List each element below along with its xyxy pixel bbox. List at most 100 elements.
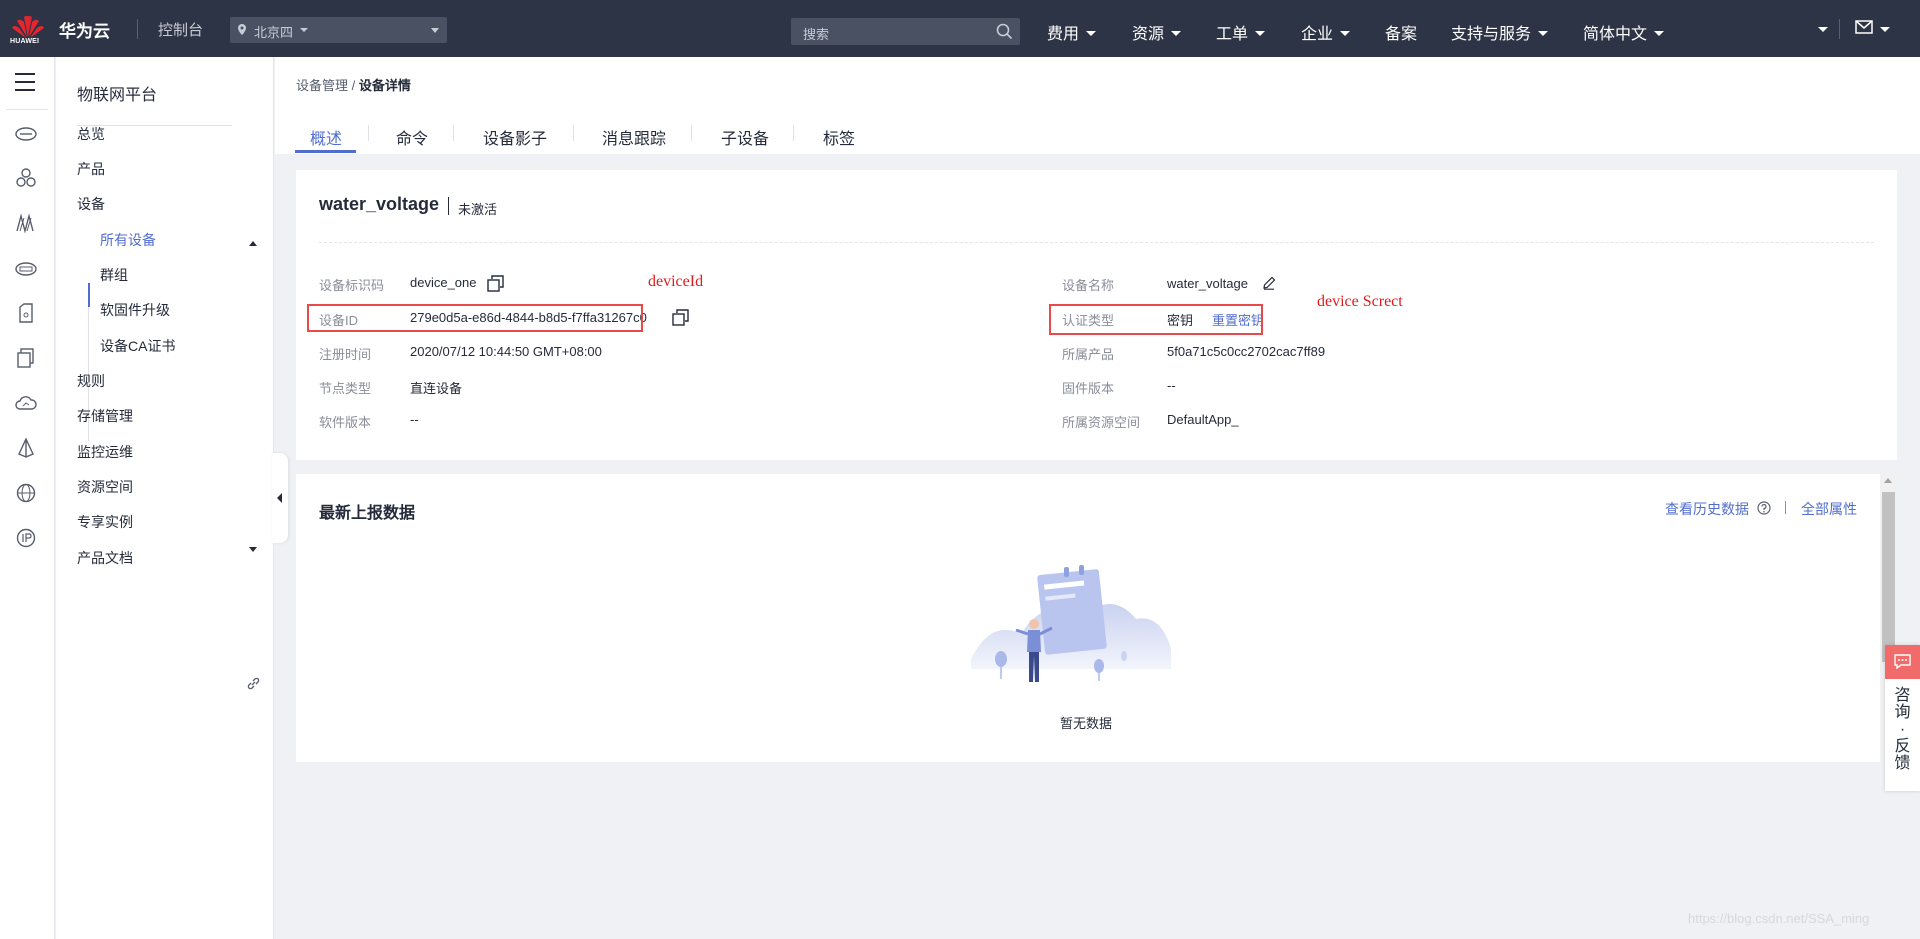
sidebar-item-ca-cert[interactable]: 设备CA证书 bbox=[100, 336, 175, 356]
feedback-char: 咨 bbox=[1894, 687, 1911, 704]
product-label: 所属产品 bbox=[1062, 347, 1115, 362]
device-name-title: water_voltage bbox=[319, 194, 440, 214]
nav-tickets[interactable]: 工单 bbox=[1216, 20, 1266, 44]
service-icon-rail bbox=[0, 57, 55, 939]
sidebar-item-firmware[interactable]: 软固件升级 bbox=[100, 300, 170, 320]
latest-data-title: 最新上报数据 bbox=[319, 505, 416, 522]
divider bbox=[448, 197, 449, 215]
region-label: 北京四 bbox=[254, 25, 294, 40]
nav-enterprise[interactable]: 企业 bbox=[1301, 20, 1351, 44]
service-sidebar: 物联网平台 总览 产品 设备 所有设备 群组 软固件升级 设备CA证书 规则 存… bbox=[56, 57, 274, 939]
chevron-down-icon bbox=[300, 28, 308, 32]
sidebar-item-monitor[interactable]: 监控运维 bbox=[77, 442, 133, 462]
tab-overview[interactable]: 概述 bbox=[310, 125, 342, 149]
software-version-label: 软件版本 bbox=[319, 415, 372, 430]
caret-down-icon bbox=[1171, 31, 1182, 36]
cdn-icon[interactable] bbox=[15, 258, 37, 278]
storage-icon[interactable] bbox=[15, 303, 37, 323]
device-name-label: 设备名称 bbox=[1062, 278, 1115, 293]
cloud-icon[interactable] bbox=[15, 393, 37, 413]
sidebar-item-exclusive[interactable]: 专享实例 bbox=[77, 512, 133, 532]
scroll-up-icon[interactable] bbox=[1884, 478, 1892, 483]
tab-message-trace[interactable]: 消息跟踪 bbox=[602, 125, 666, 149]
breadcrumb-separator: / bbox=[348, 78, 359, 93]
external-link-icon[interactable] bbox=[247, 677, 260, 690]
device-id-highlight bbox=[307, 304, 643, 332]
breadcrumb-parent[interactable]: 设备管理 bbox=[296, 78, 348, 93]
sidebar-item-rules[interactable]: 规则 bbox=[77, 371, 105, 391]
menu-icon[interactable] bbox=[15, 73, 35, 91]
network-icon[interactable] bbox=[15, 213, 37, 233]
identifier-value: device_one bbox=[410, 275, 477, 290]
chevron-left-icon bbox=[277, 493, 282, 503]
search-input[interactable]: 搜索 bbox=[791, 18, 1020, 45]
ip-icon[interactable] bbox=[15, 528, 37, 548]
sidebar-collapse-toggle[interactable] bbox=[272, 453, 288, 543]
nav-resources[interactable]: 资源 bbox=[1132, 20, 1182, 44]
sidebar-item-docs[interactable]: 产品文档 bbox=[77, 548, 133, 568]
caret-down-icon bbox=[1654, 31, 1665, 36]
nav-label: 简体中文 bbox=[1583, 26, 1648, 43]
location-pin-icon bbox=[238, 24, 246, 35]
nav-label: 支持与服务 bbox=[1451, 26, 1532, 43]
database-icon[interactable] bbox=[15, 348, 37, 368]
active-indicator bbox=[88, 283, 90, 307]
console-link[interactable]: 控制台 bbox=[158, 19, 203, 40]
product-value[interactable]: 5f0a71c5c0cc2702cac7ff89 bbox=[1167, 344, 1325, 359]
sidebar-item-all-devices[interactable]: 所有设备 bbox=[100, 230, 156, 250]
nav-support[interactable]: 支持与服务 bbox=[1451, 20, 1549, 44]
software-version-value: -- bbox=[410, 412, 419, 427]
cloud-server-icon[interactable] bbox=[15, 123, 37, 143]
view-history-link[interactable]: 查看历史数据 bbox=[1665, 499, 1749, 519]
tab-child-devices[interactable]: 子设备 bbox=[721, 125, 769, 149]
divider bbox=[1785, 501, 1786, 514]
feedback-char: 馈 bbox=[1894, 755, 1911, 772]
copy-icon[interactable] bbox=[672, 309, 689, 326]
content-header: 设备管理 / 设备详情 概述 命令 设备影子 消息跟踪 子设备 标签 bbox=[275, 57, 1920, 154]
help-icon[interactable] bbox=[1757, 501, 1771, 515]
sidebar-title: 物联网平台 bbox=[77, 87, 158, 104]
caret-down-icon bbox=[1255, 31, 1266, 36]
search-placeholder: 搜索 bbox=[803, 27, 830, 42]
cluster-icon[interactable] bbox=[15, 168, 37, 188]
nav-label: 企业 bbox=[1301, 26, 1334, 43]
sidebar-item-group[interactable]: 群组 bbox=[100, 265, 128, 285]
sidebar-item-storage[interactable]: 存储管理 bbox=[77, 406, 133, 426]
tab-commands[interactable]: 命令 bbox=[396, 125, 428, 149]
chat-icon bbox=[1894, 654, 1911, 669]
sidebar-item-overview[interactable]: 总览 bbox=[77, 124, 105, 144]
scrollbar-thumb[interactable] bbox=[1882, 492, 1895, 662]
collapse-up-icon[interactable] bbox=[249, 241, 257, 246]
device-info-card: water_voltage 未激活 设备标识码 device_one 设备ID … bbox=[296, 170, 1897, 460]
status-badge: 未激活 bbox=[458, 202, 498, 217]
edit-icon[interactable] bbox=[1262, 276, 1276, 290]
chevron-down-icon bbox=[431, 28, 439, 33]
sidebar-item-device[interactable]: 设备 bbox=[77, 194, 105, 214]
top-bar: HUAWEI 华为云 控制台 北京四 搜索 费用 资源 工单 企业 备案 支持与… bbox=[0, 0, 1920, 57]
ai-icon[interactable] bbox=[15, 438, 37, 458]
nav-billing[interactable]: 费用 bbox=[1047, 20, 1097, 44]
globe-icon[interactable] bbox=[15, 483, 37, 503]
mail-caret-icon[interactable] bbox=[1880, 27, 1890, 32]
expand-down-icon[interactable] bbox=[249, 547, 257, 552]
nav-language[interactable]: 简体中文 bbox=[1583, 20, 1665, 44]
caret-down-icon bbox=[1538, 31, 1549, 36]
mail-icon[interactable] bbox=[1855, 20, 1873, 34]
feedback-char: 反 bbox=[1894, 738, 1911, 755]
search-icon[interactable] bbox=[996, 23, 1013, 40]
brand-name[interactable]: 华为云 bbox=[59, 17, 110, 42]
watermark: https://blog.csdn.net/SSA_ming bbox=[1688, 911, 1870, 926]
tab-device-shadow[interactable]: 设备影子 bbox=[483, 125, 547, 149]
feedback-float-button[interactable]: 咨 询 · 反 馈 bbox=[1885, 645, 1920, 791]
copy-icon[interactable] bbox=[487, 275, 504, 292]
tab-tags[interactable]: 标签 bbox=[823, 125, 855, 149]
device-id-annotation: deviceId bbox=[648, 273, 704, 290]
sidebar-item-resource-space[interactable]: 资源空间 bbox=[77, 477, 133, 497]
divider bbox=[6, 109, 48, 110]
account-menu-caret-icon[interactable] bbox=[1818, 27, 1828, 32]
all-properties-link[interactable]: 全部属性 bbox=[1801, 499, 1857, 519]
region-selector[interactable]: 北京四 bbox=[230, 17, 447, 43]
sidebar-item-product[interactable]: 产品 bbox=[77, 159, 105, 179]
caret-down-icon bbox=[1086, 31, 1097, 36]
nav-icp[interactable]: 备案 bbox=[1385, 20, 1417, 44]
